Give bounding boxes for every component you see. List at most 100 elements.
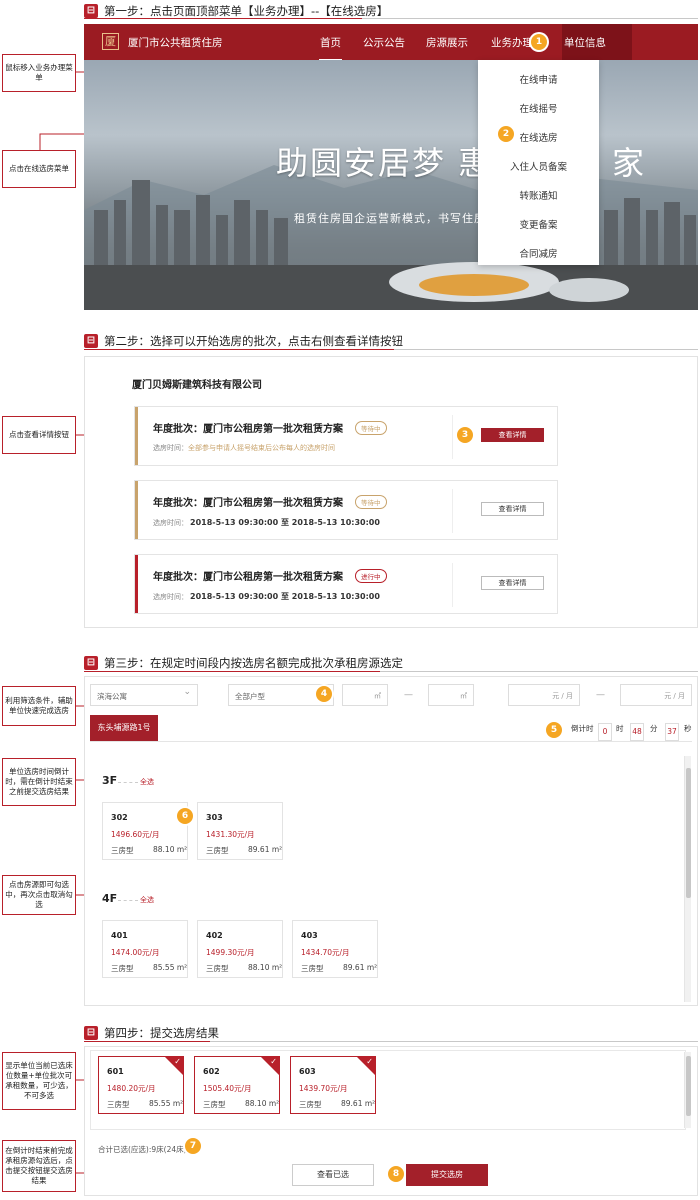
annotation-4: 利用筛选条件，辅助单位快速完成选房 [2, 686, 76, 726]
room-number: 302 [111, 813, 128, 822]
step1-underline [84, 18, 698, 19]
checkmark-icon: ✓ [357, 1057, 375, 1075]
room-type: 三房型 [111, 846, 134, 855]
annotation-2: 点击在线选房菜单 [2, 150, 76, 188]
menu-item-contract-reduce[interactable]: 合同减房 [478, 246, 599, 260]
top-nav: 厦 厦门市公共租赁住房 首页 公示公告 房源展示 业务办理 单位信息 [84, 24, 698, 61]
scrollbar-thumb[interactable] [686, 768, 691, 898]
step-icon: ⊟ [84, 4, 98, 18]
room-list-scrollbar[interactable] [684, 756, 691, 1002]
step-badge-5: 5 [546, 722, 562, 738]
selected-room-602[interactable]: ✓ 602 1505.40元/月 三房型 88.10 m² [194, 1056, 280, 1114]
select-all-3f[interactable]: 全选 [140, 777, 154, 787]
annotation-6: 点击房源即可勾选中，再次点击取消勾选 [2, 875, 76, 915]
step-badge-8: 8 [388, 1166, 404, 1182]
batch-time: 选房时间： 2018-5-13 09:30:00 至 2018-5-13 10:3… [153, 518, 380, 527]
nav-business[interactable]: 业务办理 [491, 35, 533, 50]
annotation-1: 鼠标移入业务办理菜单 [2, 54, 76, 92]
status-badge: 等待中 [355, 421, 387, 435]
room-area: 88.10 m² [245, 1099, 280, 1108]
hero-subtitle: 租赁住房国企运营新模式，书写住房 [294, 212, 486, 225]
price-min-input[interactable]: 元 / 月 [508, 684, 580, 706]
menu-item-change-filing[interactable]: 变更备案 [478, 217, 599, 231]
step3-underline [84, 671, 698, 672]
room-card-303[interactable]: 303 1431.30元/月 三房型 89.61 m² [197, 802, 283, 860]
room-card-402[interactable]: 402 1499.30元/月 三房型 88.10 m² [197, 920, 283, 978]
room-card-302[interactable]: 302 1496.60元/月 三房型 88.10 m² [102, 802, 188, 860]
batch-card-1: 年度批次：厦门市公租房第一批次租赁方案 等待中 选房时间：全部参与申请人摇号结束… [134, 406, 558, 466]
area-max-input[interactable]: ㎡ [428, 684, 474, 706]
nav-listings[interactable]: 房源展示 [426, 35, 468, 50]
step-icon: ⊟ [84, 1026, 98, 1040]
tutorial-page: ⊟ 第一步：点击页面顶部菜单【业务办理】--【在线选房】 厦 厦门市公共租赁住房… [0, 0, 700, 1200]
room-number: 401 [111, 931, 128, 940]
price-max-input[interactable]: 元 / 月 [620, 684, 692, 706]
step4-underline [84, 1041, 698, 1042]
divider [452, 489, 453, 533]
select-all-4f[interactable]: 全选 [140, 895, 154, 905]
room-type: 三房型 [206, 964, 229, 973]
batch-title: 年度批次：厦门市公租房第一批次租赁方案 [153, 572, 343, 583]
menu-item-online-room-select[interactable]: 在线选房 [478, 130, 599, 144]
menu-item-transfer-notice[interactable]: 转账通知 [478, 188, 599, 202]
menu-item-resident-filing[interactable]: 入住人员备案 [478, 159, 599, 173]
batch-time: 选房时间：全部参与申请人摇号结束后公布每人的选房时间 [153, 444, 335, 452]
business-dropdown-menu: 在线申请 在线摇号 在线选房 入住人员备案 转账通知 变更备案 合同减房 [478, 60, 599, 265]
room-price: 1499.30元/月 [206, 948, 255, 957]
annotation-8: 在倒计时结束前完成承租房源勾选后，点击提交按钮提交选房结果 [2, 1140, 76, 1192]
nav-home[interactable]: 首页 [319, 35, 342, 61]
room-card-401[interactable]: 401 1474.00元/月 三房型 85.55 m² [102, 920, 188, 978]
submit-selection-button[interactable]: 提交选房 [406, 1164, 488, 1186]
step2-title: 第二步：选择可以开始选房的批次，点击右侧查看详情按钮 [104, 334, 403, 348]
floor-divider [118, 782, 138, 783]
room-price: 1431.30元/月 [206, 830, 255, 839]
batch-time: 选房时间： 2018-5-13 09:30:00 至 2018-5-13 10:3… [153, 592, 380, 601]
area-range-separator: — [404, 690, 413, 700]
room-type: 三房型 [206, 846, 229, 855]
nav-unit-info[interactable]: 单位信息 [564, 35, 606, 50]
room-area: 89.61 m² [341, 1099, 376, 1108]
step3-header: ⊟ 第三步：在规定时间段内按选房名额完成批次承租房源选定 [84, 654, 403, 672]
step3-title: 第三步：在规定时间段内按选房名额完成批次承租房源选定 [104, 656, 403, 670]
building-tab[interactable]: 东头埔源路1号 [90, 715, 158, 741]
countdown-label: 倒计时 [571, 724, 594, 733]
tab-divider [90, 741, 692, 742]
view-selected-button[interactable]: 查看已选 [292, 1164, 374, 1186]
brand-name: 厦门市公共租赁住房 [128, 37, 223, 49]
step-badge-6: 6 [177, 808, 193, 824]
step-badge-2: 2 [498, 126, 514, 142]
nav-announcements[interactable]: 公示公告 [363, 35, 405, 50]
batch-card-3: 年度批次：厦门市公租房第一批次租赁方案 进行中 选房时间： 2018-5-13 0… [134, 554, 558, 614]
step2-underline [84, 349, 698, 350]
view-detail-button[interactable]: 查看详情 [481, 576, 544, 590]
room-card-403[interactable]: 403 1434.70元/月 三房型 89.61 m² [292, 920, 378, 978]
room-area: 88.10 m² [248, 963, 283, 972]
room-number: 601 [107, 1067, 124, 1076]
batch-title: 年度批次：厦门市公租房第一批次租赁方案 [153, 424, 343, 435]
checkmark-icon: ✓ [165, 1057, 183, 1075]
view-detail-button[interactable]: 查看详情 [481, 502, 544, 516]
view-detail-button[interactable]: 查看详情 [481, 428, 544, 442]
menu-item-online-apply[interactable]: 在线申请 [478, 72, 599, 86]
hours-unit: 时 [616, 724, 624, 733]
status-badge: 等待中 [355, 495, 387, 509]
menu-item-online-lottery[interactable]: 在线摇号 [478, 101, 599, 115]
batch-status-bar [135, 481, 138, 539]
selected-list-scrollbar[interactable] [684, 1052, 691, 1128]
annotation-5: 单位选房时间倒计时，需在倒计时结束之前提交选房结果 [2, 758, 76, 806]
selected-room-601[interactable]: ✓ 601 1480.20元/月 三房型 85.55 m² [98, 1056, 184, 1114]
price-range-separator: — [596, 690, 605, 700]
step4-title: 第四步：提交选房结果 [104, 1026, 219, 1040]
selected-room-603[interactable]: ✓ 603 1439.70元/月 三房型 89.61 m² [290, 1056, 376, 1114]
hero-title: 助圆安居梦 惠 [276, 144, 493, 182]
room-number: 602 [203, 1067, 220, 1076]
scrollbar-thumb[interactable] [686, 1056, 691, 1116]
room-number: 603 [299, 1067, 316, 1076]
batch-card-2: 年度批次：厦门市公租房第一批次租赁方案 等待中 选房时间： 2018-5-13 0… [134, 480, 558, 540]
room-price: 1474.00元/月 [111, 948, 160, 957]
logo-icon: 厦 [102, 33, 119, 50]
room-area: 89.61 m² [248, 845, 283, 854]
area-min-input[interactable]: ㎡ [342, 684, 388, 706]
community-select[interactable]: 滨海公寓 [90, 684, 198, 706]
selected-total: 合计已选(应选):9床(24床) [98, 1145, 187, 1154]
